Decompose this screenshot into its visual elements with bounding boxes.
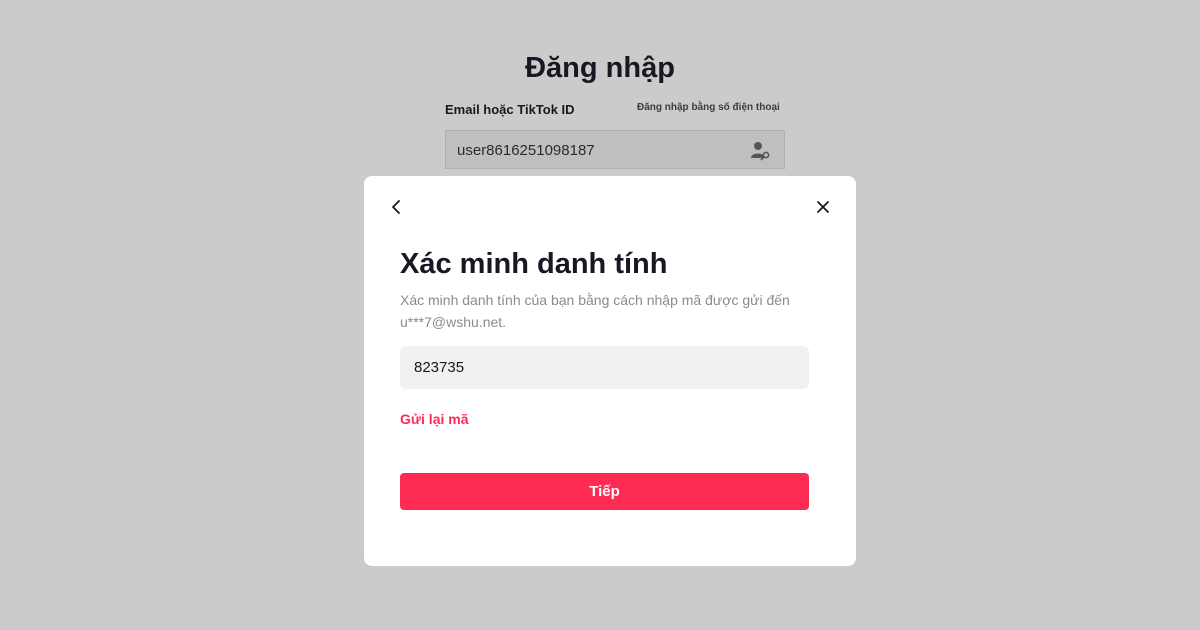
login-title: Đăng nhập: [525, 52, 675, 84]
resend-code-link[interactable]: Gửi lại mã: [400, 411, 469, 427]
modal-description: Xác minh danh tính của bạn bằng cách nhậ…: [400, 292, 790, 330]
identifier-value: user8616251098187: [457, 142, 595, 159]
phone-login-link[interactable]: Đăng nhập bằng số điện thoại: [637, 102, 780, 113]
user-key-icon: [751, 142, 770, 161]
verification-code-input[interactable]: [400, 346, 809, 389]
modal-title: Xác minh danh tính: [400, 248, 668, 280]
chevron-left-icon[interactable]: [388, 198, 406, 216]
next-button[interactable]: Tiếp: [400, 473, 809, 510]
email-tiktok-id-label: Email hoặc TikTok ID: [445, 102, 575, 117]
verify-identity-modal: Xác minh danh tính Xác minh danh tính củ…: [364, 176, 856, 566]
close-icon[interactable]: [814, 198, 832, 216]
identifier-input[interactable]: user8616251098187: [445, 130, 785, 169]
